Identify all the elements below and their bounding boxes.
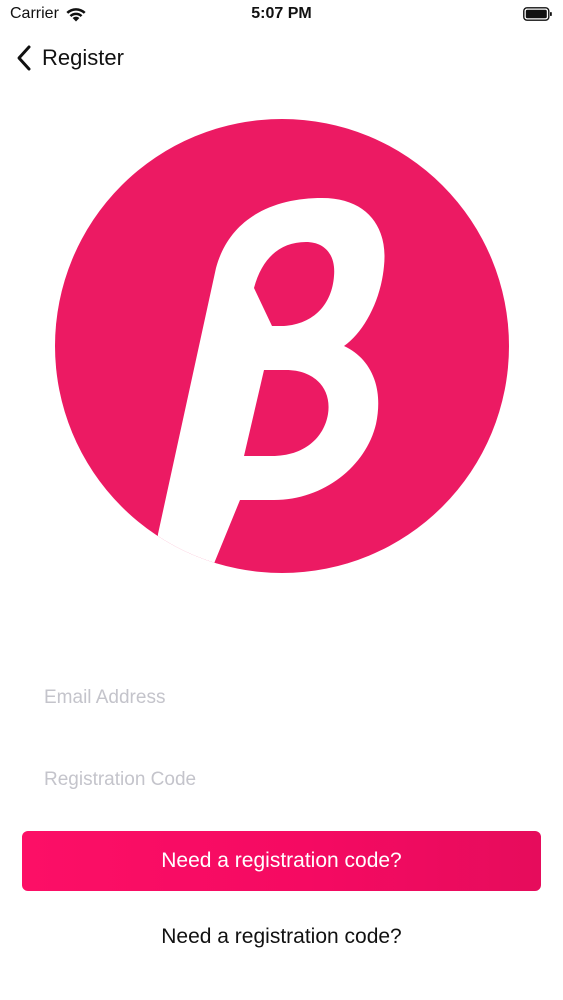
clock: 5:07 PM <box>251 5 312 22</box>
status-bar: Carrier 5:07 PM <box>0 0 563 30</box>
chevron-left-icon <box>17 45 31 71</box>
email-field[interactable] <box>44 678 524 718</box>
navigation-bar: Register <box>0 36 563 80</box>
beta-logo <box>55 119 509 573</box>
need-registration-code-link[interactable]: Need a registration code? <box>0 915 563 959</box>
page-title: Register <box>42 45 124 70</box>
back-button[interactable]: Register <box>14 40 124 76</box>
need-registration-code-button[interactable]: Need a registration code? <box>22 831 541 891</box>
registration-code-field[interactable] <box>44 760 524 800</box>
battery-icon <box>523 7 552 21</box>
